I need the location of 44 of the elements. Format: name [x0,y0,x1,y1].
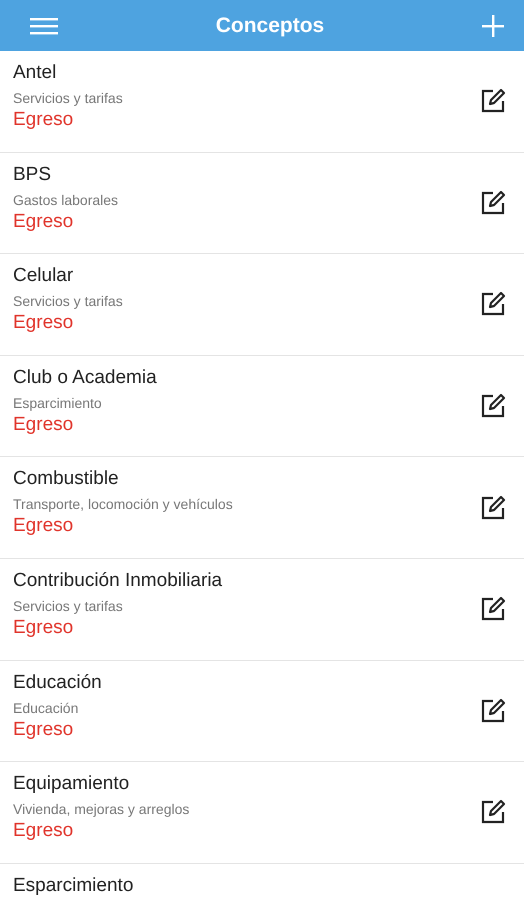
edit-button[interactable] [480,190,506,216]
concept-category: Servicios y tarifas [13,89,123,107]
concept-type: Egreso [13,210,74,234]
edit-button[interactable] [480,494,506,521]
plus-icon [482,14,504,36]
concept-name: Celular [13,264,74,288]
concept-category: Transporte, locomoción y vehículos [13,495,233,514]
edit-button[interactable] [480,393,506,420]
edit-icon [480,393,506,420]
concept-name: Educación [13,670,102,695]
concept-name: Club o Academia [13,366,157,390]
concept-category: Educación [13,698,80,717]
menu-icon [30,16,58,34]
edit-icon [480,291,506,318]
concept-name: Antel [13,61,58,85]
concept-type: Egreso [13,108,74,132]
concept-type: Egreso [13,819,74,844]
concept-type: Egreso [13,718,74,742]
concept-type: Egreso [13,514,74,538]
edit-button[interactable] [480,799,506,826]
concept-name: Equipamiento [13,772,130,796]
edit-button[interactable] [480,291,506,318]
edit-button[interactable] [480,698,506,724]
concept-category: Esparcimiento [13,394,103,412]
app-bar-title: Conceptos [216,14,324,38]
concept-category: Servicios y tarifas [13,292,123,310]
concept-name: BPS [13,162,52,187]
concept-category: Servicios y tarifas [13,596,124,615]
edit-icon [480,698,506,724]
concept-name: Combustible [13,467,120,492]
edit-icon [480,799,506,826]
concept-category: Vivienda, mejoras y arreglos [13,800,190,818]
concept-name: Contribución Inmobiliaria [13,568,222,593]
concept-category: Gastos laborales [13,190,118,209]
concept-type: Egreso [13,412,74,437]
concept-name: Esparcimiento [13,874,134,898]
concept-type: Egreso [13,311,74,336]
concept-type: Egreso [13,616,74,640]
edit-icon [480,596,506,622]
edit-icon [480,190,506,216]
edit-icon [480,494,506,521]
edit-button[interactable] [480,596,506,622]
edit-icon [480,88,506,114]
edit-button[interactable] [480,88,506,114]
